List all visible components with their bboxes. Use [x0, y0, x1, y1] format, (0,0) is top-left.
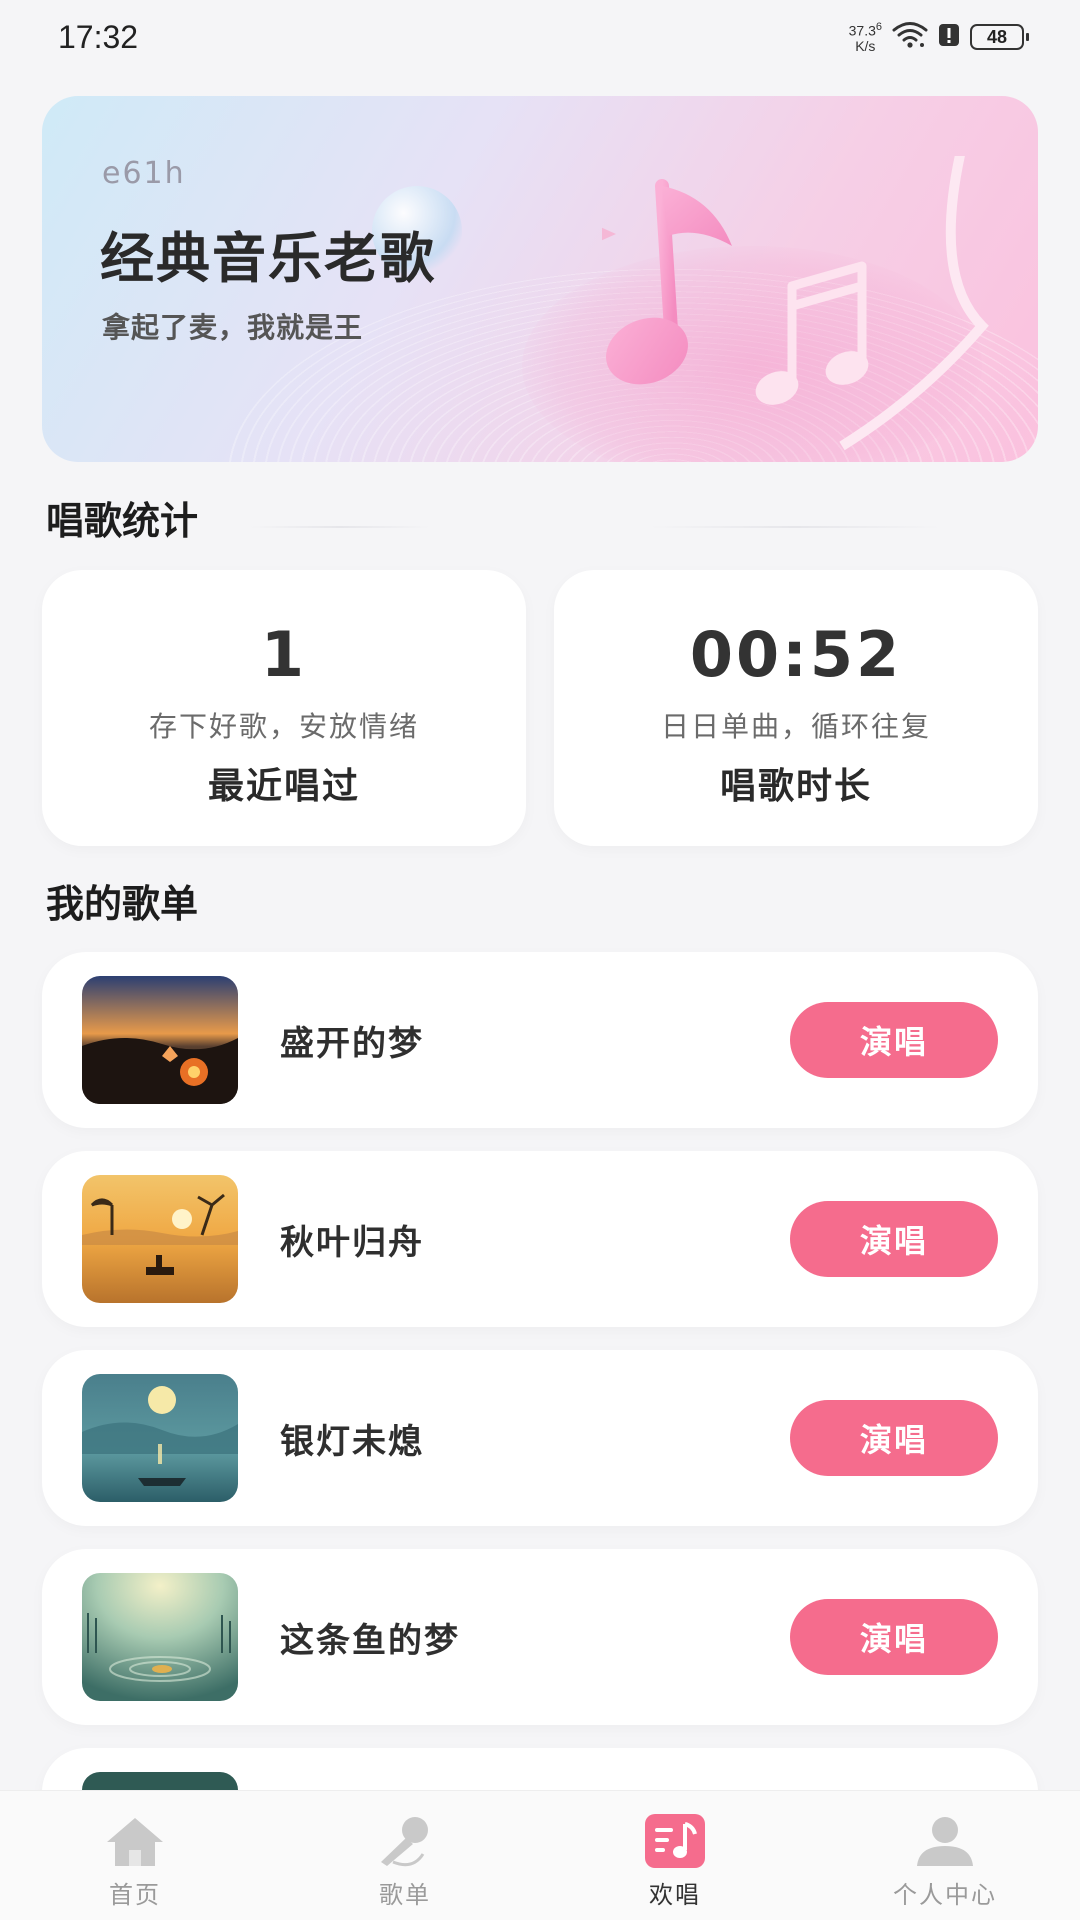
battery-icon: 48	[970, 24, 1029, 50]
stat-card-duration[interactable]: 00:52 日日单曲，循环往复 唱歌时长	[554, 570, 1038, 846]
battery-level: 48	[986, 26, 1008, 47]
divider	[650, 526, 940, 528]
sing-button[interactable]: 演唱	[790, 1599, 998, 1675]
banner-subtitle: 拿起了麦，我就是王	[102, 311, 364, 344]
song-card[interactable]: 这条鱼的梦 演唱	[42, 1549, 1038, 1725]
status-bar: 17:32 37.36 K/s 48	[0, 0, 1080, 74]
nav-profile[interactable]: 个人中心	[810, 1791, 1080, 1920]
stat-label: 最近唱过	[207, 766, 360, 807]
nav-label: 欢唱	[649, 1881, 701, 1909]
stat-card-recent[interactable]: 1 存下好歌，安放情绪 最近唱过	[42, 570, 526, 846]
nav-label: 首页	[109, 1881, 161, 1909]
network-speed: 37.36 K/s	[849, 20, 882, 54]
status-indicators: 37.36 K/s 48	[849, 20, 1029, 54]
song-card[interactable]: 盛开的梦 演唱	[42, 952, 1038, 1128]
home-icon	[103, 1813, 167, 1869]
song-cover-image	[82, 1374, 238, 1502]
stat-label: 唱歌时长	[719, 766, 872, 807]
song-title: 秋叶归舟	[280, 1222, 424, 1263]
stat-description: 存下好歌，安放情绪	[148, 710, 419, 743]
wifi-icon	[892, 21, 928, 53]
song-card[interactable]: 银灯未熄 演唱	[42, 1350, 1038, 1526]
sing-button[interactable]: 演唱	[790, 1002, 998, 1078]
app-screen: 17:32 37.36 K/s 48 e61h 经典音乐老歌 拿起了麦，我就是王…	[0, 0, 1080, 1920]
song-cover-image	[82, 1573, 238, 1701]
hero-banner[interactable]: e61h 经典音乐老歌 拿起了麦，我就是王	[42, 96, 1038, 462]
song-title: 这条鱼的梦	[280, 1620, 460, 1661]
banner-label: e61h	[102, 156, 186, 191]
network-speed-value: 37.3	[848, 22, 876, 39]
sing-button[interactable]: 演唱	[790, 1400, 998, 1476]
bottom-navigation: 首页 歌单 欢唱 个人中心	[0, 1790, 1080, 1920]
stats-section-title: 唱歌统计	[46, 499, 199, 543]
nav-label: 个人中心	[893, 1881, 997, 1909]
song-cover-image	[82, 976, 238, 1104]
nav-sing[interactable]: 欢唱	[540, 1791, 810, 1920]
network-speed-sup: 6	[875, 21, 882, 34]
nav-songlist[interactable]: 歌单	[270, 1791, 540, 1920]
song-card[interactable]: 秋叶归舟 演唱	[42, 1151, 1038, 1327]
nav-label: 歌单	[379, 1881, 431, 1909]
network-speed-unit: K/s	[855, 37, 876, 54]
banner-title: 经典音乐老歌	[100, 227, 436, 290]
nav-home[interactable]: 首页	[0, 1791, 270, 1920]
status-time: 17:32	[58, 18, 139, 55]
person-icon	[913, 1813, 977, 1869]
divider	[250, 526, 430, 528]
music-note-icon	[564, 144, 1002, 460]
stat-value: 00:52	[689, 618, 903, 691]
song-title: 盛开的梦	[280, 1023, 424, 1064]
sing-button[interactable]: 演唱	[790, 1201, 998, 1277]
song-title: 银灯未熄	[280, 1421, 424, 1462]
song-cover-image	[82, 1175, 238, 1303]
stat-value: 1	[260, 618, 308, 691]
music-list-icon	[643, 1813, 707, 1869]
songs-section-title: 我的歌单	[46, 882, 199, 926]
stat-description: 日日单曲，循环往复	[660, 710, 931, 743]
microphone-icon	[373, 1813, 437, 1869]
alert-icon	[938, 22, 960, 52]
